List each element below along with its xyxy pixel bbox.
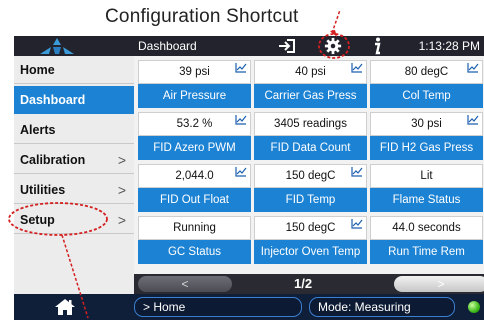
setup-highlight-ellipse xyxy=(8,202,108,236)
callout-arrow xyxy=(331,9,341,34)
annotation-overlay xyxy=(8,9,350,319)
setup-pointer-line xyxy=(61,234,89,319)
gear-highlight-circle xyxy=(318,33,350,59)
